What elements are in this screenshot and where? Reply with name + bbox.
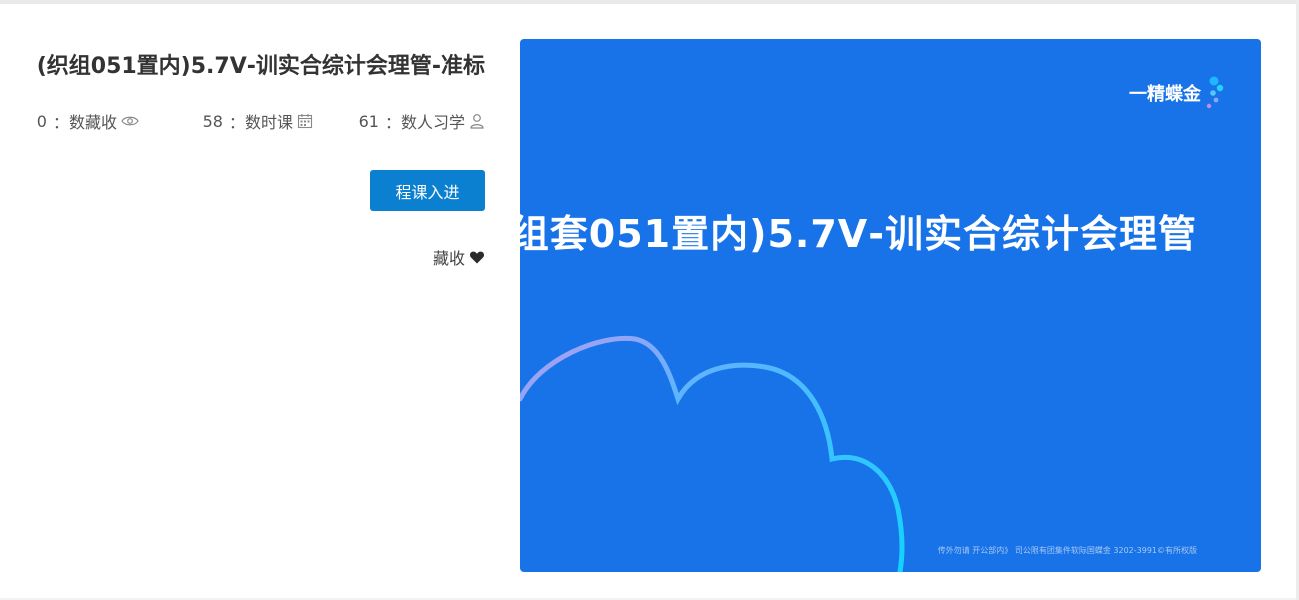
course-cover-image: 金蝶精一 管理会计综合实训-V7.5(内置150套组织) 版权所有©1993-2… [520, 39, 1261, 572]
favorites-stat: 收藏数： 0 [36, 110, 139, 132]
course-title: 标准-管理会计综合实训-V7.5(内置150组织) [36, 54, 485, 79]
cover-title: 管理会计综合实训-V7.5(内置150套组织) [520, 212, 1197, 256]
user-icon [469, 113, 485, 129]
cover-cloud-graphic [520, 335, 905, 572]
lessons-label: 课时数： [228, 113, 293, 132]
course-info: 标准-管理会计综合实训-V7.5(内置150组织) 学习人数： 16 课时数： … [30, 4, 485, 304]
learners-label: 学习人数： [384, 113, 465, 132]
learners-value: 16 [358, 111, 379, 131]
course-stats: 学习人数： 16 课时数： 85 收藏数： 0 [30, 110, 485, 132]
favorites-label: 收藏数： [52, 113, 117, 132]
course-detail-panel: 标准-管理会计综合实训-V7.5(内置150组织) 学习人数： 16 课时数： … [0, 4, 1296, 598]
enter-course-button[interactable]: 进入课程 [370, 170, 485, 211]
calendar-icon [297, 113, 313, 129]
cover-copyright: 版权所有©1993-2023 金蝶国际软件集团有限公司 《内部公开 请勿外传 [937, 546, 1197, 555]
favorites-value: 0 [36, 111, 47, 131]
eye-icon [121, 113, 139, 129]
brand-name: 金蝶精一 [1129, 84, 1201, 105]
favorite-button[interactable]: 收藏 [433, 245, 485, 269]
brand-logo: 金蝶精一 [1129, 73, 1227, 113]
heart-icon [469, 249, 485, 265]
brand-dots-icon [1205, 73, 1227, 113]
favorite-label: 收藏 [432, 249, 465, 268]
lessons-stat: 课时数： 85 [203, 110, 313, 132]
learners-stat: 学习人数： 16 [359, 110, 485, 132]
lessons-value: 85 [202, 111, 223, 131]
